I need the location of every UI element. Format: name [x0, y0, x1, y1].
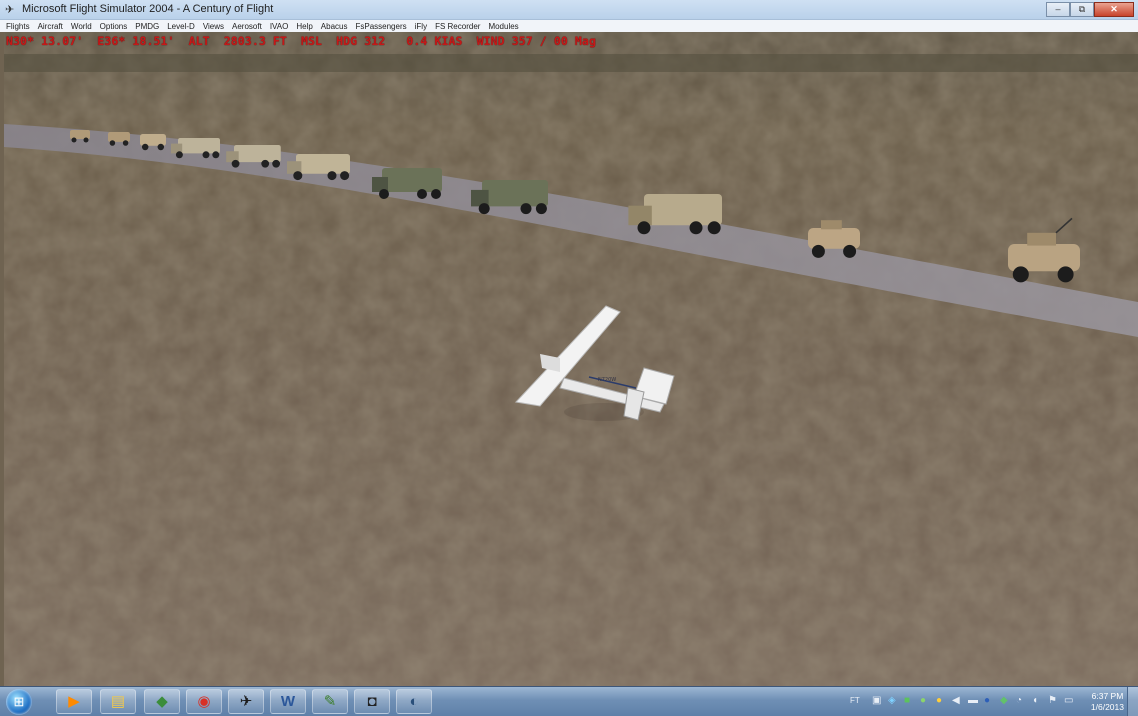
- tray-battery-icon[interactable]: ▭: [1064, 695, 1073, 707]
- menu-level-d[interactable]: Level-D: [167, 22, 195, 31]
- horizon-haze: [4, 54, 1138, 72]
- windows-orb-icon: ⊞: [13, 694, 25, 709]
- taskbar-camera[interactable]: ◘: [354, 689, 390, 714]
- menu-abacus[interactable]: Abacus: [321, 22, 348, 31]
- window-title-bar: ✈ Microsoft Flight Simulator 2004 - A Ce…: [0, 0, 1138, 20]
- tray-volume-icon[interactable]: ◖: [1032, 695, 1038, 707]
- tray-speaker-icon[interactable]: ◀: [952, 695, 960, 707]
- position-readout: N30* 13.07' E36* 18.51' ALT 2803.3 FT MS…: [6, 34, 596, 48]
- maximize-button[interactable]: ⧉: [1070, 2, 1094, 17]
- paint-icon: ✎: [323, 693, 337, 710]
- menu-flights[interactable]: Flights: [6, 22, 30, 31]
- chrome-icon: ◉: [197, 693, 211, 710]
- menu-bar: Flights Aircraft World Options PMDG Leve…: [0, 20, 1138, 32]
- menu-modules[interactable]: Modules: [488, 22, 518, 31]
- tray-network-icon[interactable]: ▣: [872, 695, 881, 707]
- clock-time: 6:37 PM: [1091, 691, 1124, 701]
- menu-aerosoft[interactable]: Aerosoft: [232, 22, 262, 31]
- system-tray: FT ▣ ◈ ■ ● ● ◀ ▬ ● ◆ ◔ ◖ ⚑ ▭ 6:37 PM 1/6…: [838, 687, 1138, 716]
- system-clock[interactable]: 6:37 PM 1/6/2013: [1091, 691, 1124, 713]
- taskbar-cube-app[interactable]: ◆: [144, 689, 180, 714]
- taskbar-media-player[interactable]: ▶: [56, 689, 92, 714]
- menu-fs-recorder[interactable]: FS Recorder: [435, 22, 480, 31]
- menu-options[interactable]: Options: [100, 22, 128, 31]
- minimize-button[interactable]: –: [1046, 2, 1070, 17]
- menu-pmdg[interactable]: PMDG: [135, 22, 159, 31]
- taskbar-word[interactable]: W: [270, 689, 306, 714]
- menu-views[interactable]: Views: [203, 22, 224, 31]
- taskbar-paint[interactable]: ✎: [312, 689, 348, 714]
- simulator-viewport[interactable]: N720W: [4, 32, 1138, 686]
- file-explorer-icon: ▤: [110, 693, 126, 710]
- recorder-icon: ◐: [409, 693, 419, 710]
- taskbar-recorder[interactable]: ◐: [396, 689, 432, 714]
- window-title: Microsoft Flight Simulator 2004 - A Cent…: [22, 3, 274, 15]
- tray-blue-icon[interactable]: ●: [984, 695, 990, 707]
- tray-wifi-icon[interactable]: ◔: [1016, 695, 1022, 707]
- taskbar: ⊞ ▶ ▤ ◆ ◉ ✈ W ✎ ◘ ◐ FT ▣ ◈ ■ ● ● ◀ ▬ ● ◆…: [0, 686, 1138, 716]
- tray-yellow-icon[interactable]: ●: [936, 695, 942, 707]
- cube-app-icon: ◆: [156, 693, 168, 710]
- flight-sim-icon: ✈: [239, 693, 253, 710]
- menu-ivao[interactable]: IVAO: [270, 22, 289, 31]
- media-player-icon: ▶: [68, 693, 80, 710]
- tray-flag-icon[interactable]: ⚑: [1048, 695, 1057, 707]
- show-desktop-button[interactable]: [1127, 687, 1138, 716]
- menu-fspassengers[interactable]: FsPassengers: [355, 22, 406, 31]
- tray-shield-icon[interactable]: ◆: [1000, 695, 1008, 707]
- camera-icon: ◘: [367, 693, 377, 710]
- aircraft-registration: N720W: [598, 377, 616, 383]
- scene-render: N720W: [4, 32, 1138, 686]
- tray-update-icon[interactable]: ●: [920, 695, 926, 707]
- tray-label: FT: [850, 696, 860, 705]
- start-button[interactable]: ⊞: [6, 689, 32, 715]
- window-controls: – ⧉ ✕: [1046, 2, 1134, 17]
- menu-help[interactable]: Help: [296, 22, 312, 31]
- tray-green-icon[interactable]: ■: [904, 695, 910, 707]
- clock-date: 1/6/2013: [1090, 702, 1124, 712]
- menu-aircraft[interactable]: Aircraft: [38, 22, 63, 31]
- menu-ifly[interactable]: iFly: [415, 22, 427, 31]
- word-icon: W: [280, 693, 296, 710]
- tray-display-icon[interactable]: ▬: [968, 695, 978, 707]
- tray-app-icon[interactable]: ◈: [888, 695, 896, 707]
- taskbar-file-explorer[interactable]: ▤: [100, 689, 136, 714]
- flight-sim-app-icon: ✈: [5, 4, 15, 16]
- menu-world[interactable]: World: [71, 22, 92, 31]
- taskbar-chrome[interactable]: ◉: [186, 689, 222, 714]
- close-button[interactable]: ✕: [1094, 2, 1134, 17]
- taskbar-flight-sim[interactable]: ✈: [228, 689, 264, 714]
